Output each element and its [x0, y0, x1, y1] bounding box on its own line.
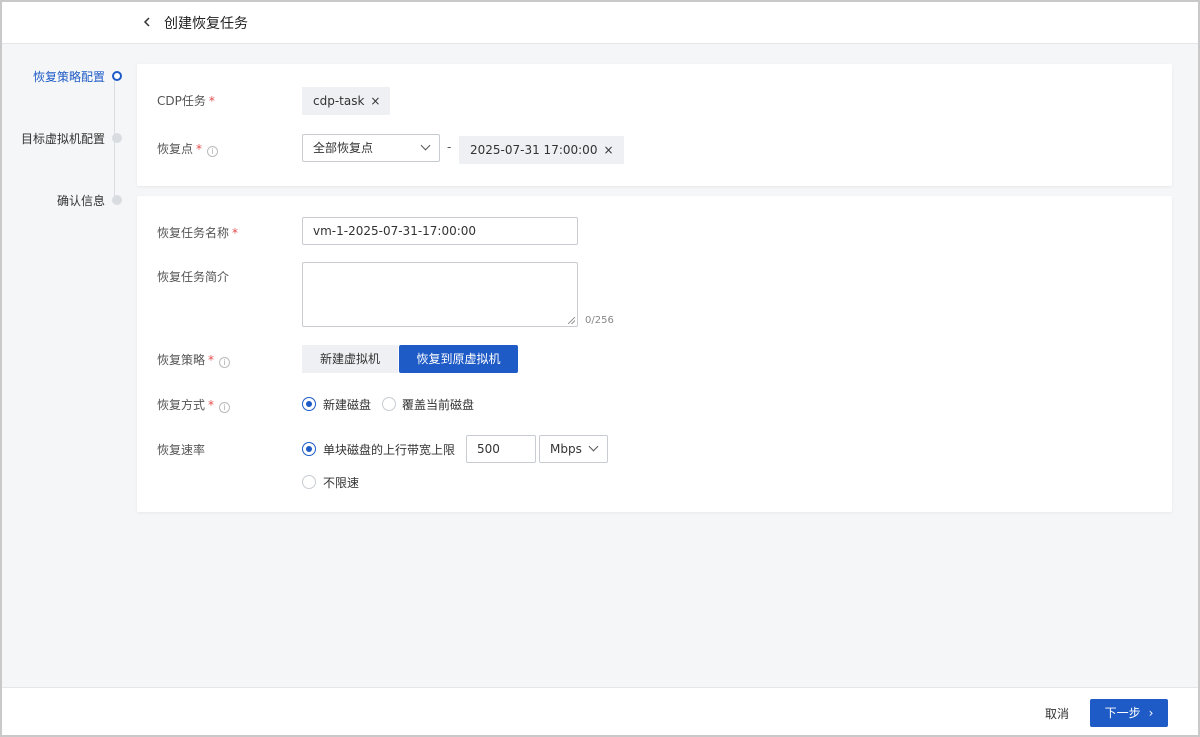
next-step-label: 下一步	[1104, 706, 1141, 720]
rate-limit-radio[interactable]	[302, 442, 316, 456]
step-label: 恢复策略配置	[32, 70, 105, 84]
task-desc-label: 恢复任务简介	[157, 270, 230, 284]
close-icon[interactable]: ×	[370, 94, 380, 108]
mode-label: 恢复方式 * i	[157, 396, 231, 413]
rate-limit-label: 单块磁盘的上行带宽上限	[323, 443, 456, 457]
cdp-task-tag-text: cdp-task	[313, 94, 365, 108]
step-label: 确认信息	[56, 194, 105, 208]
info-icon[interactable]: i	[219, 402, 231, 413]
restore-point-tag: 2025-07-31 17:00:00 ×	[459, 136, 624, 164]
restore-point-tag-text: 2025-07-31 17:00:00	[470, 143, 598, 157]
range-dash: -	[447, 140, 452, 154]
resize-grip-icon[interactable]	[568, 317, 575, 324]
rate-value-input[interactable]: 500	[466, 435, 536, 463]
rate-label: 恢复速率	[157, 443, 206, 457]
task-name-label-text: 恢复任务名称	[157, 226, 230, 240]
required-mark: *	[208, 353, 215, 367]
strategy-label: 恢复策略 * i	[157, 351, 231, 368]
restore-point-label-text: 恢复点	[157, 142, 194, 156]
cdp-task-tag: cdp-task ×	[302, 87, 391, 115]
rate-unit-value: Mbps	[550, 442, 582, 456]
task-name-label: 恢复任务名称 *	[157, 224, 238, 241]
next-step-button[interactable]: 下一步 ›	[1090, 699, 1168, 727]
required-mark: *	[208, 398, 215, 412]
char-counter: 0/256	[585, 315, 614, 326]
required-mark: *	[196, 142, 203, 156]
step-strategy-config[interactable]: 恢复策略配置	[2, 66, 127, 86]
required-mark: *	[208, 94, 215, 108]
mode-overwrite-disk-label: 覆盖当前磁盘	[402, 398, 475, 412]
chevron-left-icon[interactable]	[140, 14, 154, 30]
rate-unlimited-radio[interactable]	[302, 475, 316, 489]
strategy-original-vm-button[interactable]: 恢复到原虚拟机	[399, 345, 518, 373]
restore-point-label: 恢复点 * i	[157, 140, 219, 157]
info-icon[interactable]: i	[207, 146, 219, 157]
chevron-right-icon: ›	[1148, 706, 1154, 720]
chevron-down-icon	[420, 140, 431, 151]
step-indicator-active	[112, 71, 122, 81]
mode-new-disk-radio[interactable]	[302, 397, 316, 411]
mode-label-text: 恢复方式	[157, 398, 206, 412]
info-icon[interactable]: i	[219, 357, 231, 368]
chevron-down-icon	[588, 441, 599, 452]
strategy-new-vm-button[interactable]: 新建虚拟机	[302, 345, 398, 373]
step-indicator	[112, 195, 122, 205]
strategy-label-text: 恢复策略	[157, 353, 206, 367]
step-nav: 恢复策略配置 目标虚拟机配置 确认信息	[2, 62, 127, 212]
rate-unit-select[interactable]: Mbps	[539, 435, 608, 463]
page-footer: 取消 下一步 ›	[2, 687, 1198, 735]
restore-point-select-value: 全部恢复点	[313, 141, 374, 155]
required-mark: *	[232, 226, 239, 240]
cdp-task-label-text: CDP任务	[157, 94, 206, 108]
rate-unlimited-label: 不限速	[323, 476, 360, 490]
task-card: 恢复任务名称 * vm-1-2025-07-31-17:00:00 恢复任务简介 …	[137, 196, 1172, 512]
source-card: CDP任务 * cdp-task × 恢复点 * i 全部恢复点 - 2025-07-3…	[137, 64, 1172, 186]
mode-new-disk-label: 新建磁盘	[323, 398, 372, 412]
step-target-vm-config[interactable]: 目标虚拟机配置	[2, 128, 127, 148]
task-name-input[interactable]: vm-1-2025-07-31-17:00:00	[302, 217, 578, 245]
page-title: 创建恢复任务	[164, 16, 248, 32]
step-indicator	[112, 133, 122, 143]
mode-overwrite-disk-radio[interactable]	[382, 397, 396, 411]
cdp-task-label: CDP任务 *	[157, 92, 215, 109]
task-desc-textarea[interactable]	[302, 262, 578, 327]
step-confirm-info[interactable]: 确认信息	[2, 190, 127, 210]
cancel-button[interactable]: 取消	[1045, 705, 1069, 722]
page-header: 创建恢复任务	[2, 2, 1198, 44]
step-label: 目标虚拟机配置	[20, 132, 105, 146]
restore-point-select[interactable]: 全部恢复点	[302, 134, 440, 162]
app-window: 创建恢复任务 恢复策略配置 目标虚拟机配置 确认信息 CDP任务 * cdp-ta…	[0, 0, 1200, 737]
close-icon[interactable]: ×	[603, 143, 613, 157]
